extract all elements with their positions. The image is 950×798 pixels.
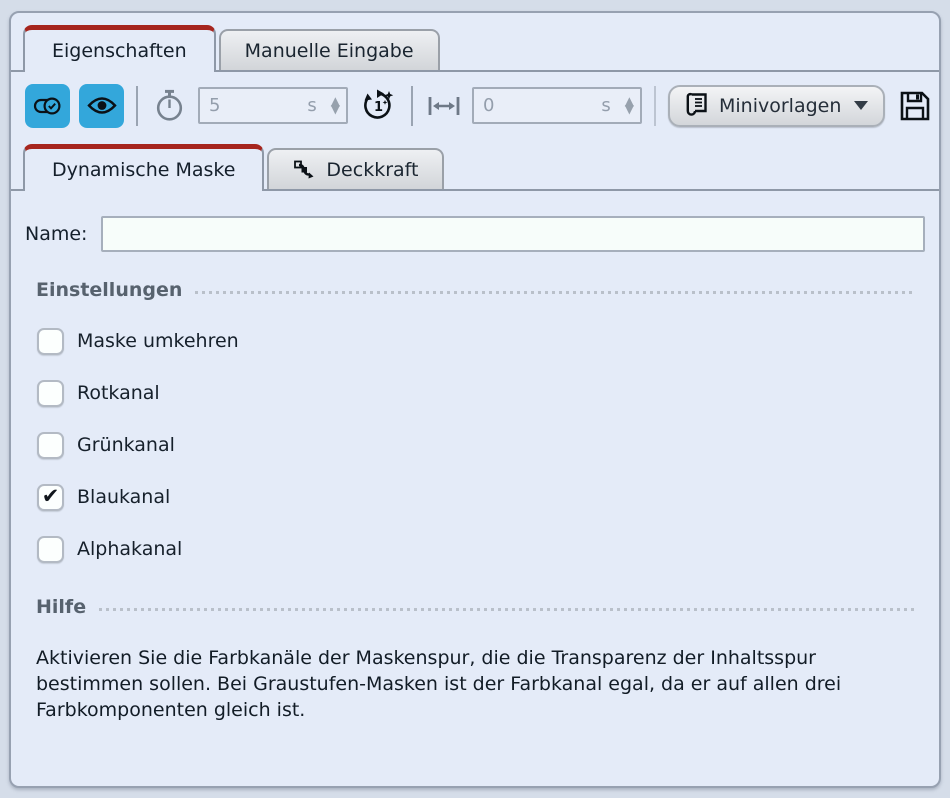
tab-manuelle-eingabe[interactable]: Manuelle Eingabe (219, 29, 440, 70)
settings-section-header: Einstellungen (36, 279, 925, 301)
checkbox-row-rotkanal[interactable]: ✔ Rotkanal (37, 367, 939, 419)
spinner-arrows[interactable]: ▲ ▼ (625, 98, 634, 113)
name-input[interactable] (101, 216, 925, 252)
tab-eigenschaften[interactable]: Eigenschaften (23, 25, 216, 72)
duration-unit: s (307, 95, 316, 116)
outer-tabbar: Eigenschaften Manuelle Eingabe (11, 25, 939, 72)
dotted-divider (195, 291, 916, 294)
settings-title: Einstellungen (36, 279, 182, 301)
tab-label: Manuelle Eingabe (245, 40, 414, 62)
tab-label: Eigenschaften (52, 40, 187, 62)
tab-deckkraft[interactable]: Deckkraft (267, 148, 444, 189)
checkbox-label: Rotkanal (77, 382, 160, 404)
presets-label: Minivorlagen (719, 95, 841, 117)
checkbox-label: Alphakanal (77, 538, 182, 560)
toolbar-separator (654, 86, 656, 126)
adjust-duration-icon[interactable]: 1 (360, 88, 396, 124)
tab-label: Dynamische Maske (52, 159, 235, 181)
checkbox-label: Maske umkehren (77, 330, 239, 352)
width-offset-icon (427, 95, 461, 117)
show-effect-button[interactable] (79, 84, 124, 128)
eye-icon (87, 96, 117, 115)
toolbar-separator (136, 86, 138, 126)
checkbox[interactable]: ✔ (37, 432, 64, 459)
checkbox-row-blaukanal[interactable]: ✔ Blaukanal (37, 471, 939, 523)
checkbox-label: Blaukanal (77, 486, 170, 508)
checkmark-icon: ✔ (42, 484, 60, 508)
offset-spinbox[interactable]: 0 s ▲ ▼ (472, 87, 642, 124)
scroll-icon (685, 92, 709, 119)
effect-toolbar: 5 s ▲ ▼ 1 (11, 72, 939, 128)
checkbox[interactable]: ✔ (37, 484, 64, 511)
svg-text:1: 1 (374, 100, 383, 115)
help-text: Aktivieren Sie die Farbkanäle der Masken… (36, 645, 884, 723)
checkbox-label: Grünkanal (77, 434, 175, 456)
checkbox[interactable]: ✔ (37, 380, 64, 407)
tab-label: Deckkraft (326, 159, 418, 181)
effect-properties-panel: Eigenschaften Manuelle Eingabe (9, 11, 941, 788)
duration-spinbox[interactable]: 5 s ▲ ▼ (198, 87, 348, 124)
inner-tabbar: Dynamische Maske Deckkraft (11, 144, 939, 191)
checkbox-row-alphakanal[interactable]: ✔ Alphakanal (37, 523, 939, 575)
presets-dropdown-button[interactable]: Minivorlagen (668, 85, 885, 127)
spin-down-icon[interactable]: ▼ (625, 106, 634, 113)
toolbar-separator (411, 86, 413, 126)
checkbox-row-gruenkanal[interactable]: ✔ Grünkanal (37, 419, 939, 471)
stopwatch-icon (154, 89, 185, 122)
checkbox-row-maske-umkehren[interactable]: ✔ Maske umkehren (37, 315, 939, 367)
chevron-down-icon (854, 101, 868, 110)
keyframes-icon (293, 158, 317, 182)
channel-checkbox-list: ✔ Maske umkehren ✔ Rotkanal ✔ Grünkanal … (37, 315, 939, 575)
toggle-check-icon (33, 95, 63, 116)
help-section-header: Hilfe (36, 596, 925, 618)
duration-value: 5 (209, 95, 307, 116)
dotted-divider (99, 608, 916, 611)
checkbox[interactable]: ✔ (37, 328, 64, 355)
offset-value: 0 (483, 95, 601, 116)
checkbox[interactable]: ✔ (37, 536, 64, 563)
name-label: Name: (25, 223, 101, 245)
tab-dynamische-maske[interactable]: Dynamische Maske (23, 144, 264, 191)
enable-effect-button[interactable] (25, 84, 70, 128)
offset-unit: s (601, 95, 610, 116)
help-title: Hilfe (36, 596, 86, 618)
spin-down-icon[interactable]: ▼ (331, 106, 340, 113)
spinner-arrows[interactable]: ▲ ▼ (331, 98, 340, 113)
name-row: Name: (25, 216, 925, 252)
save-icon[interactable] (898, 89, 932, 123)
